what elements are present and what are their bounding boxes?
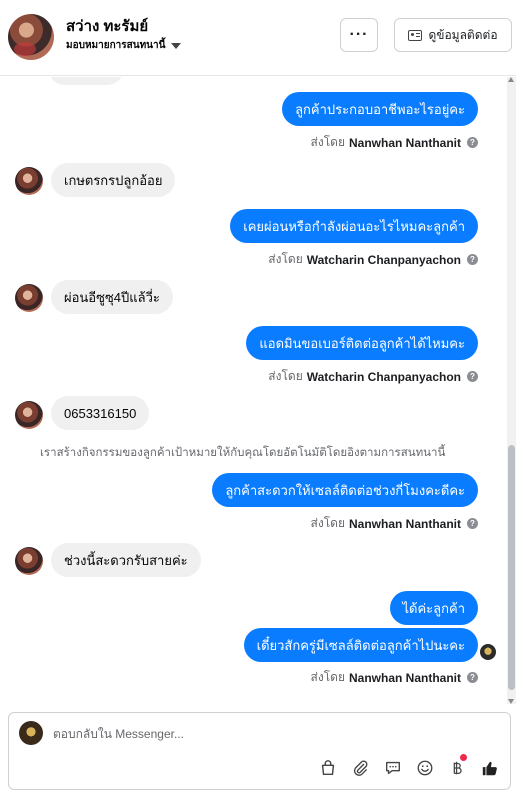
sent-by-prefix: ส่งโดย (310, 135, 345, 149)
sent-by-prefix: ส่งโดย (268, 252, 303, 266)
assign-conversation-dropdown[interactable]: มอบหมายการสนทนานี้ (66, 38, 182, 53)
sent-by-prefix: ส่งโดย (268, 369, 303, 383)
view-contact-info-label: ดูข้อมูลติดต่อ (428, 27, 498, 42)
conversation-header: สว่าง ทะรัมย์ มอบหมายการสนทนานี้ ··· ดูข… (0, 0, 516, 76)
more-options-button[interactable]: ··· (340, 18, 378, 52)
message-bubble-outgoing[interactable]: ลูกค้าสะดวกให้เซลล์ติดต่อช่วงกี่โมงคะดีค… (212, 473, 478, 507)
message-bubble-partial (48, 77, 124, 85)
help-icon[interactable]: ? (467, 371, 478, 382)
message-bubble-outgoing[interactable]: เดี๋ยวสักครู่มีเซลล์ติดต่อลูกค้าไปนะคะ (243, 628, 478, 662)
emoji-icon (417, 760, 433, 776)
saved-replies-button[interactable] (382, 757, 404, 779)
sender-name[interactable]: Watcharin Chanpanyachon (307, 370, 461, 384)
contact-card-icon (408, 29, 423, 41)
sent-by-label: ส่งโดย Nanwhan Nanthanit ? (311, 668, 478, 687)
shopping-bag-button[interactable] (317, 757, 339, 779)
message-bubble-outgoing[interactable]: เคยผ่อนหรือกำลังผ่อนอะไรไหมคะลูกค้า (230, 209, 478, 243)
message-bubble-outgoing[interactable]: ลูกค้าประกอบอาชีพอะไรอยู่คะ (282, 92, 478, 126)
sender-name[interactable]: Nanwhan Nanthanit (349, 136, 461, 150)
reply-composer (8, 712, 511, 790)
assign-label: มอบหมายการสนทนานี้ (66, 40, 166, 51)
scroll-up-arrow-icon[interactable] (508, 77, 514, 82)
sent-by-label: ส่งโดย Nanwhan Nanthanit ? (311, 514, 478, 533)
sent-by-prefix: ส่งโดย (310, 670, 345, 684)
shopping-bag-icon (321, 760, 335, 776)
sent-by-prefix: ส่งโดย (310, 516, 345, 530)
reply-input[interactable] (53, 727, 473, 741)
chat-bubble-icon (386, 761, 400, 775)
thumbs-up-icon (482, 761, 497, 776)
help-icon[interactable]: ? (467, 672, 478, 683)
sent-by-label: ส่งโดย Nanwhan Nanthanit ? (311, 133, 478, 152)
contact-avatar-small (15, 547, 43, 575)
page-avatar (19, 721, 43, 745)
sender-name[interactable]: Nanwhan Nanthanit (349, 517, 461, 531)
contact-avatar-small (15, 167, 43, 195)
sent-by-label: ส่งโดย Watcharin Chanpanyachon ? (268, 367, 478, 386)
contact-avatar-small (15, 284, 43, 312)
baht-icon (453, 761, 462, 775)
help-icon[interactable]: ? (467, 137, 478, 148)
message-bubble-incoming[interactable]: ช่วงนี้สะดวกรับสายค่ะ (51, 543, 201, 577)
view-contact-info-button[interactable]: ดูข้อมูลติดต่อ (394, 18, 512, 52)
contact-name[interactable]: สว่าง ทะรัมย์ (66, 14, 148, 38)
read-receipt-avatar (480, 644, 496, 660)
message-thread[interactable]: ลูกค้าประกอบอาชีพอะไรอยู่คะ ส่งโดย Nanwh… (0, 77, 516, 704)
thread-scrollbar[interactable] (507, 77, 516, 704)
chevron-down-icon (171, 42, 182, 49)
notification-dot (460, 754, 467, 761)
help-icon[interactable]: ? (467, 518, 478, 529)
emoji-button[interactable] (414, 757, 436, 779)
contact-avatar-small (15, 401, 43, 429)
attach-file-button[interactable] (349, 757, 371, 779)
payment-button[interactable] (446, 754, 468, 779)
message-bubble-incoming[interactable]: ผ่อนอีซูซุ4ปีแล้วี่ะ (51, 280, 173, 314)
help-icon[interactable]: ? (467, 254, 478, 265)
scroll-down-arrow-icon[interactable] (508, 699, 514, 704)
sender-name[interactable]: Watcharin Chanpanyachon (307, 253, 461, 267)
message-bubble-incoming[interactable]: เกษตรกรปลูกอ้อย (51, 163, 176, 197)
paperclip-icon (353, 760, 368, 776)
message-bubble-incoming[interactable]: 0653316150 (51, 396, 150, 430)
contact-avatar[interactable] (8, 14, 54, 60)
send-like-button[interactable] (479, 757, 501, 779)
message-bubble-outgoing[interactable]: แอดมินขอเบอร์ติดต่อลูกค้าได้ไหมคะ (246, 326, 478, 360)
sent-by-label: ส่งโดย Watcharin Chanpanyachon ? (268, 250, 478, 269)
message-bubble-outgoing[interactable]: ได้ค่ะลูกค้า (389, 591, 478, 625)
scrollbar-thumb[interactable] (508, 445, 515, 690)
system-activity-note: เราสร้างกิจกรรมของลูกค้าเป้าหมายให้กับคุ… (40, 447, 446, 459)
sender-name[interactable]: Nanwhan Nanthanit (349, 671, 461, 685)
